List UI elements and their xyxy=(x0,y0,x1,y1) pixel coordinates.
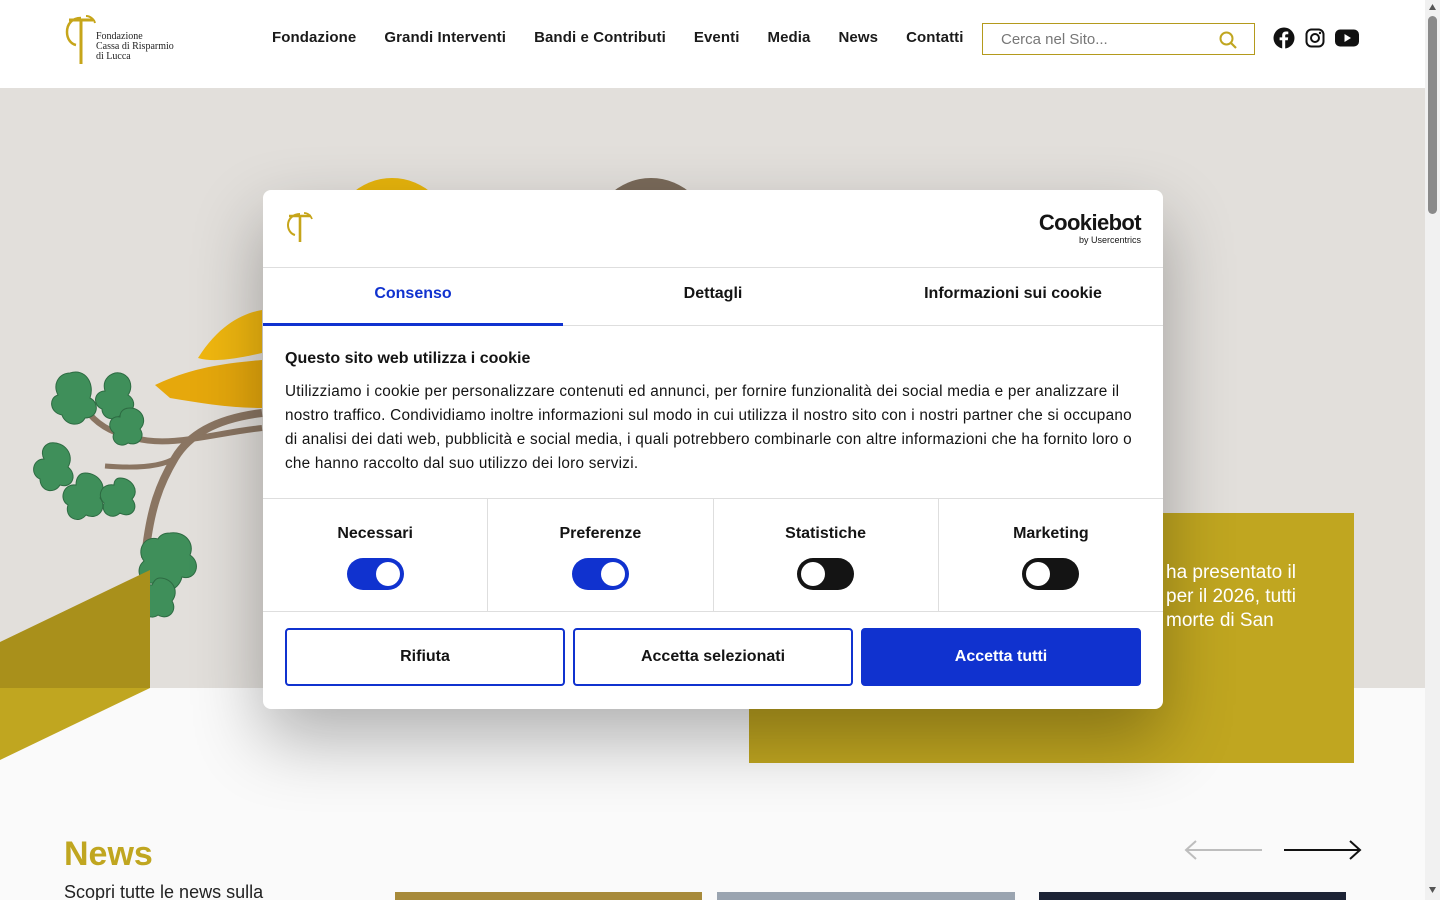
toggle-label-statistiche: Statistiche xyxy=(785,525,867,542)
reject-button[interactable]: Rifiuta xyxy=(285,628,565,686)
carousel-prev-arrow-icon[interactable] xyxy=(1184,838,1264,862)
cookie-dialog-text: Utilizziamo i cookie per personalizzare … xyxy=(285,383,1132,472)
cookie-actions: Rifiuta Accetta selezionati Accetta tutt… xyxy=(263,612,1163,702)
tab-informazioni-cookie[interactable]: Informazioni sui cookie xyxy=(863,268,1163,325)
news-subtitle: Scopri tutte le news sulla xyxy=(64,882,264,900)
tau-cross-logo-icon xyxy=(65,15,96,64)
cookie-tabs: Consenso Dettagli Informazioni sui cooki… xyxy=(263,268,1163,326)
hero-card-text: ha presentato il per il 2026, tutti mort… xyxy=(1166,561,1346,633)
logo-line-3: di Lucca xyxy=(96,51,131,62)
cookie-dialog-body: Questo sito web utilizza i cookie Utiliz… xyxy=(263,326,1163,499)
instagram-icon[interactable] xyxy=(1305,28,1325,48)
nav-news[interactable]: News xyxy=(839,29,879,46)
youtube-icon[interactable] xyxy=(1335,29,1359,47)
gold-diagonal-band xyxy=(0,570,150,760)
scroll-down-icon[interactable] xyxy=(1428,886,1437,894)
cookiebot-name: Cookiebot xyxy=(1038,210,1142,235)
tab-dettagli[interactable]: Dettagli xyxy=(563,268,863,325)
tau-cross-logo-icon xyxy=(286,212,313,242)
nav-media[interactable]: Media xyxy=(767,29,810,46)
toggle-label-necessari: Necessari xyxy=(337,525,413,542)
toggle-knob xyxy=(1026,562,1051,586)
toggle-group-marketing: Marketing xyxy=(939,499,1163,611)
nav-eventi[interactable]: Eventi xyxy=(694,29,740,46)
toggle-label-marketing: Marketing xyxy=(1013,525,1089,542)
hero-card-line-2: per il 2026, tutti xyxy=(1166,586,1296,607)
toggle-label-preferenze: Preferenze xyxy=(559,525,642,542)
nav-grandi-interventi[interactable]: Grandi Interventi xyxy=(384,29,506,46)
toggle-knob xyxy=(801,562,826,586)
news-card-image-3[interactable] xyxy=(1039,892,1346,900)
cookiebot-brand[interactable]: Cookiebot by Usercentrics xyxy=(1038,210,1142,246)
main-nav: Fondazione Grandi Interventi Bandi e Con… xyxy=(272,29,964,46)
logo-text: Fondazione Cassa di Risparmio di Lucca xyxy=(96,32,174,62)
accept-selected-button[interactable]: Accetta selezionati xyxy=(573,628,853,686)
cookie-dialog-title: Questo sito web utilizza i cookie xyxy=(285,350,531,367)
search-input[interactable] xyxy=(983,24,1213,54)
cookie-dialog-header: Cookiebot by Usercentrics xyxy=(263,190,1163,268)
cookie-category-toggles: Necessari Preferenze Statistiche Marketi… xyxy=(263,499,1163,612)
cookiebot-by: by Usercentrics xyxy=(1078,235,1141,245)
nav-fondazione[interactable]: Fondazione xyxy=(272,29,356,46)
search-icon[interactable] xyxy=(1218,30,1238,50)
toggle-marketing[interactable] xyxy=(1022,558,1080,590)
toggle-necessari[interactable] xyxy=(346,558,404,590)
news-card-image-2[interactable] xyxy=(717,892,1015,900)
scroll-up-icon[interactable] xyxy=(1428,3,1437,11)
search-box xyxy=(982,23,1255,55)
toggle-group-necessari: Necessari xyxy=(263,499,489,611)
toggle-knob xyxy=(600,562,625,586)
toggle-group-statistiche: Statistiche xyxy=(714,499,939,611)
social-links xyxy=(1273,27,1359,49)
carousel-next-arrow-icon[interactable] xyxy=(1282,838,1362,862)
toggle-statistiche[interactable] xyxy=(797,558,855,590)
cookie-consent-dialog: Cookiebot by Usercentrics Consenso Detta… xyxy=(263,190,1163,709)
site-header: Fondazione Cassa di Risparmio di Lucca F… xyxy=(0,0,1425,88)
scrollbar-thumb[interactable] xyxy=(1428,16,1437,214)
accept-all-button[interactable]: Accetta tutti xyxy=(861,628,1141,686)
toggle-knob xyxy=(375,562,400,586)
news-title: News xyxy=(64,835,153,873)
toggle-preferenze[interactable] xyxy=(571,558,629,590)
page-scrollbar[interactable] xyxy=(1425,0,1440,900)
news-card-image-1[interactable] xyxy=(395,892,702,900)
toggle-group-preferenze: Preferenze xyxy=(488,499,714,611)
hero-card-line-3: morte di San xyxy=(1166,610,1274,631)
tab-consenso[interactable]: Consenso xyxy=(263,268,563,326)
facebook-icon[interactable] xyxy=(1273,27,1295,49)
nav-contatti[interactable]: Contatti xyxy=(906,29,963,46)
nav-bandi-contributi[interactable]: Bandi e Contributi xyxy=(534,29,666,46)
hero-card-line-1: ha presentato il xyxy=(1166,562,1296,583)
site-logo[interactable]: Fondazione Cassa di Risparmio di Lucca xyxy=(64,12,184,68)
